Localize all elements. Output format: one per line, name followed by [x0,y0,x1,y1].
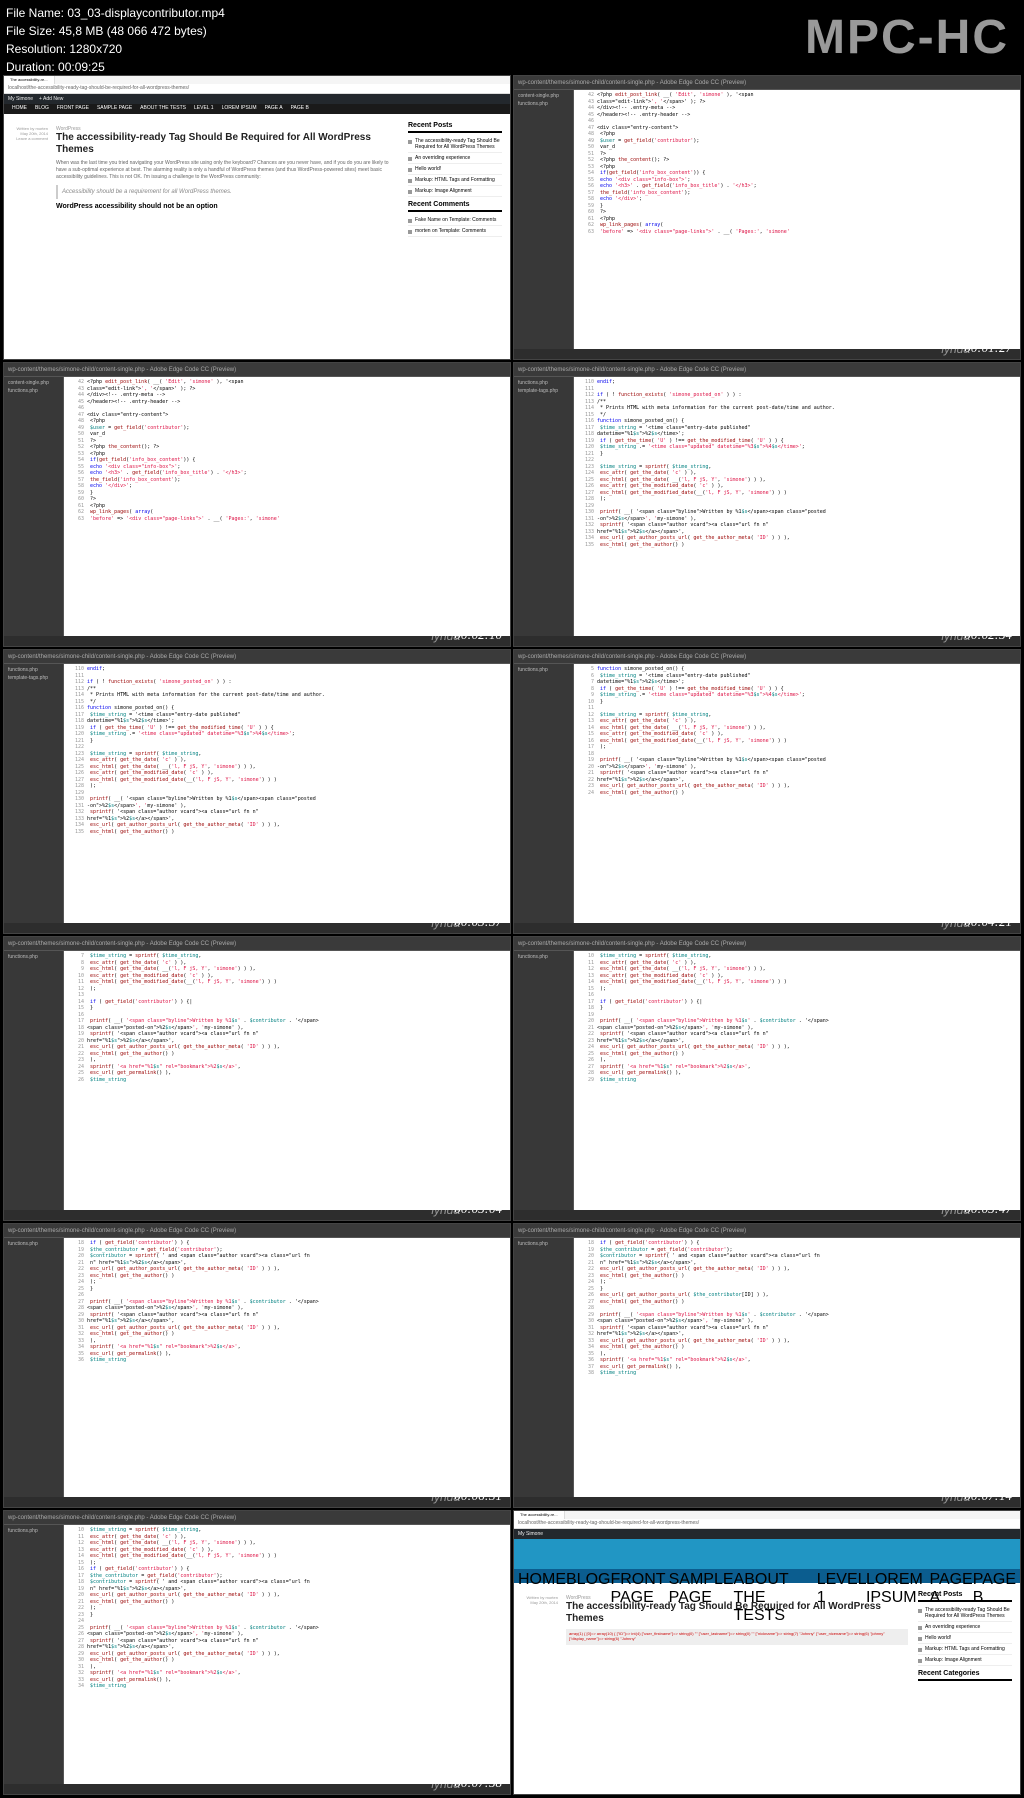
thumbnail-grid: The accessibility-re... localhost/the-ac… [0,0,1024,1798]
article-title: The accessibility-ready Tag Should Be Re… [56,132,398,156]
thumbnail-11: wp-content/themes/simone-child/content-s… [3,1510,511,1795]
thumbnail-5: wp-content/themes/simone-child/content-s… [3,649,511,934]
thumbnail-6: wp-content/themes/simone-child/content-s… [513,649,1021,934]
file-info: File Name: 03_03-displaycontributor.mp4 … [6,4,225,76]
thumbnail-1: The accessibility-re... localhost/the-ac… [3,75,511,360]
thumbnail-7: wp-content/themes/simone-child/content-s… [3,936,511,1221]
player-watermark: MPC-HC [805,10,1009,65]
thumbnail-8: wp-content/themes/simone-child/content-s… [513,936,1021,1221]
thumbnail-4: wp-content/themes/simone-child/content-s… [513,362,1021,647]
thumbnail-12: The accessibility-re... localhost/the-ac… [513,1510,1021,1795]
thumbnail-2: wp-content/themes/simone-child/content-s… [513,75,1021,360]
thumbnail-3: wp-content/themes/simone-child/content-s… [3,362,511,647]
thumbnail-10: wp-content/themes/simone-child/content-s… [513,1223,1021,1508]
thumbnail-9: wp-content/themes/simone-child/content-s… [3,1223,511,1508]
